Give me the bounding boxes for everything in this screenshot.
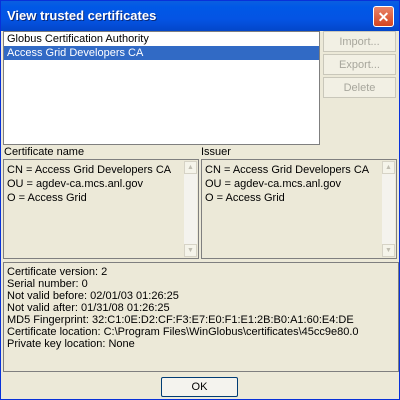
close-icon: ✕ <box>377 8 390 25</box>
detail-line: Not valid after: 01/31/08 01:26:25 <box>7 302 170 314</box>
certificate-list[interactable]: Globus Certification Authority Access Gr… <box>3 31 320 145</box>
certificate-details-pane[interactable]: Certificate version: 2 Serial number: 0 … <box>3 262 399 372</box>
issuer-label: Issuer <box>201 146 231 158</box>
certificate-details-lines: Certificate version: 2 Serial number: 0 … <box>7 266 394 350</box>
certificate-name-line: OU = agdev-ca.mcs.anl.gov <box>7 178 144 190</box>
list-item-globus[interactable]: Globus Certification Authority <box>4 32 319 46</box>
issuer-lines: CN = Access Grid Developers CA OU = agde… <box>205 163 380 205</box>
certificate-name-scrollbar[interactable]: ▲ ▼ <box>184 161 197 257</box>
export-button[interactable]: Export... <box>323 54 396 75</box>
issuer-line: CN = Access Grid Developers CA <box>205 164 370 176</box>
detail-line: MD5 Fingerprint: 32:C1:0E:D2:CF:F3:E7:E0… <box>7 314 354 326</box>
delete-button[interactable]: Delete <box>323 77 396 98</box>
issuer-line: O = Access Grid <box>205 192 285 204</box>
close-button[interactable]: ✕ <box>373 6 394 27</box>
scroll-down-arrow-icon[interactable]: ▼ <box>184 244 197 257</box>
window-title: View trusted certificates <box>7 8 157 23</box>
scroll-up-arrow-icon[interactable]: ▲ <box>184 161 197 174</box>
certificate-name-line: CN = Access Grid Developers CA <box>7 164 172 176</box>
issuer-pane[interactable]: CN = Access Grid Developers CA OU = agde… <box>201 159 397 259</box>
issuer-scrollbar[interactable]: ▲ ▼ <box>382 161 395 257</box>
issuer-line: OU = agdev-ca.mcs.anl.gov <box>205 178 342 190</box>
certificate-name-line: O = Access Grid <box>7 192 87 204</box>
dialog-window: View trusted certificates ✕ Globus Certi… <box>0 0 400 400</box>
certificate-name-label: Certificate name <box>4 146 85 158</box>
certificate-name-pane[interactable]: CN = Access Grid Developers CA OU = agde… <box>3 159 199 259</box>
detail-line: Not valid before: 02/01/03 01:26:25 <box>7 290 179 302</box>
import-button[interactable]: Import... <box>323 31 396 52</box>
title-bar[interactable]: View trusted certificates ✕ <box>1 1 399 31</box>
detail-line: Serial number: 0 <box>7 278 88 290</box>
list-item-access-grid[interactable]: Access Grid Developers CA <box>4 46 319 60</box>
ok-button[interactable]: OK <box>161 377 238 397</box>
detail-line: Certificate version: 2 <box>7 266 108 278</box>
scroll-up-arrow-icon[interactable]: ▲ <box>382 161 395 174</box>
detail-line: Private key location: None <box>7 338 135 350</box>
scroll-down-arrow-icon[interactable]: ▼ <box>382 244 395 257</box>
certificate-name-lines: CN = Access Grid Developers CA OU = agde… <box>7 163 182 205</box>
detail-line: Certificate location: C:\Program Files\W… <box>7 326 359 338</box>
